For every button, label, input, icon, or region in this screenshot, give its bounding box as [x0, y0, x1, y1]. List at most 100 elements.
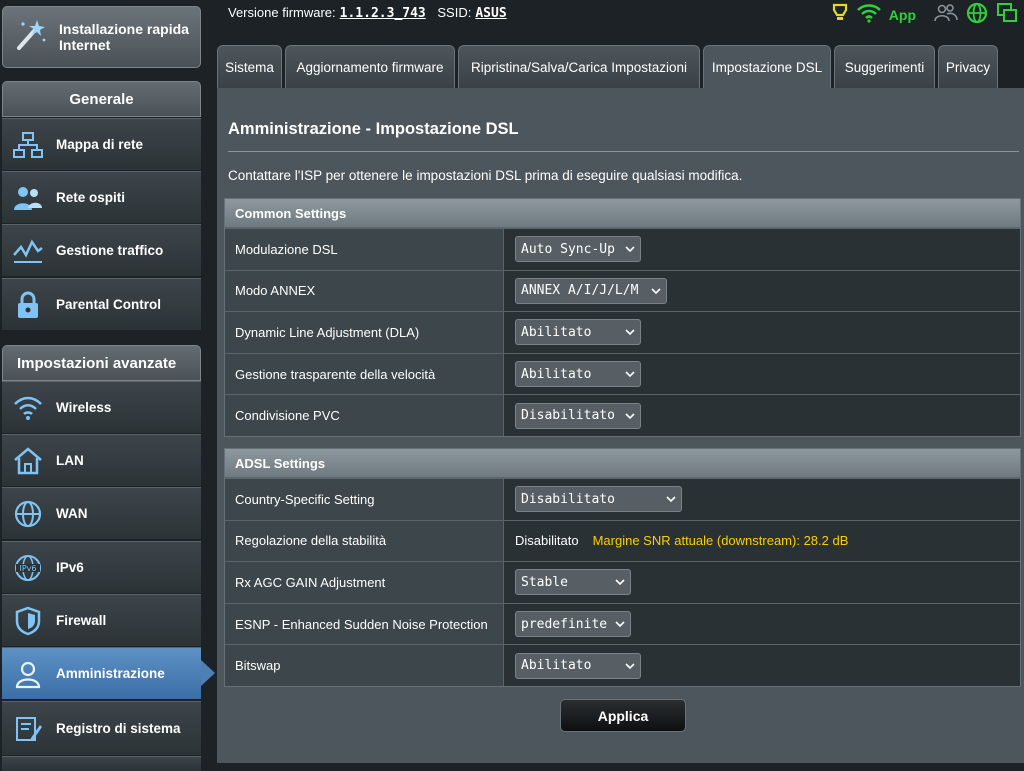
sidebar-item-parental-control[interactable]: Parental Control [2, 278, 201, 330]
internet-status-globe-icon[interactable] [966, 2, 988, 29]
quick-internet-setup-button[interactable]: Installazione rapida Internet [2, 6, 201, 68]
sidebar-item-label: Gestione traffico [56, 242, 164, 258]
select-value: ANNEX A/I/J/L/M [521, 283, 639, 299]
stability-adjustment-value: Disabilitato [515, 533, 579, 549]
main-panel: Amministrazione - Impostazione DSL Conta… [217, 88, 1024, 763]
ssid-link[interactable]: ASUS [475, 6, 506, 21]
snr-margin-note: Margine SNR attuale (downstream): 28.2 d… [592, 533, 849, 549]
app-link[interactable]: App [889, 7, 916, 23]
devices-icon[interactable] [996, 2, 1018, 29]
page-description: Contattare l'ISP per ottenere le imposta… [228, 168, 743, 183]
chevron-down-icon [666, 496, 676, 503]
select-value: Abilitato [521, 366, 592, 382]
dsl-modulation-select[interactable]: Auto Sync-Up [515, 236, 641, 263]
quick-setup-label: Installazione rapida Internet [59, 21, 189, 53]
dla-select[interactable]: Abilitato [515, 319, 641, 346]
sidebar-item-wan[interactable]: WAN [2, 487, 201, 539]
select-value: Auto Sync-Up [521, 241, 615, 257]
country-specific-select[interactable]: Disabilitato [515, 486, 682, 513]
sidebar-item-firewall[interactable]: Firewall [2, 594, 201, 646]
row-label: ESNP - Enhanced Sudden Noise Protection [225, 603, 504, 645]
sidebar-item-label: Rete ospiti [56, 189, 126, 205]
firmware-version-link[interactable]: 1.1.2.3_743 [340, 6, 426, 21]
select-value: Abilitato [521, 324, 592, 340]
chevron-down-icon [625, 413, 635, 419]
sidebar-item-ipv6[interactable]: IPv6 IPv6 [2, 541, 201, 593]
sidebar-item-next[interactable] [2, 756, 201, 771]
traffic-manager-icon [12, 235, 44, 267]
chevron-down-icon [625, 246, 635, 253]
status-icons: App [831, 2, 1018, 28]
chevron-down-icon [615, 579, 625, 586]
wifi-status-icon[interactable] [856, 3, 881, 28]
row-label: Modulazione DSL [225, 229, 504, 270]
firmware-info: Versione firmware: 1.1.2.3_743 SSID: ASUS [228, 5, 507, 21]
rx-agc-gain-select[interactable]: Stable [515, 569, 631, 596]
table-row: Rx AGC GAIN Adjustment Stable [225, 561, 1020, 603]
sidebar-item-label: Wireless [56, 399, 112, 415]
ssid-label: SSID: [437, 5, 472, 20]
tab-feedback[interactable]: Suggerimenti [834, 45, 935, 88]
esnp-select[interactable]: predefinite [515, 611, 631, 638]
table-row: Dynamic Line Adjustment (DLA) Abilitato [225, 311, 1020, 353]
row-label: Bitswap [225, 645, 504, 686]
sidebar-item-network-map[interactable]: Mappa di rete [2, 118, 201, 170]
shield-icon [12, 605, 44, 637]
table-row: Regolazione della stabilità Disabilitato… [225, 519, 1020, 562]
annex-mode-select[interactable]: ANNEX A/I/J/L/M [515, 277, 667, 304]
chevron-down-icon [615, 621, 625, 628]
section-header: ADSL Settings [225, 449, 1020, 478]
table-row: ESNP - Enhanced Sudden Noise Protection … [225, 602, 1020, 645]
tab-sistema[interactable]: Sistema [217, 45, 282, 88]
select-value: predefinite [521, 616, 608, 632]
home-icon [12, 445, 44, 477]
firmware-label: Versione firmware: [228, 5, 336, 20]
globe-icon [12, 498, 44, 530]
active-item-arrow [201, 660, 215, 686]
row-label: Dynamic Line Adjustment (DLA) [225, 312, 504, 353]
select-value: Abilitato [521, 658, 592, 674]
users-icon[interactable] [934, 2, 958, 29]
system-log-icon [12, 713, 44, 745]
sidebar-item-label: LAN [56, 452, 84, 468]
notification-bulb-icon[interactable] [831, 2, 849, 29]
table-row: Gestione trasparente della velocità Abil… [225, 352, 1020, 395]
table-row: Modulazione DSL Auto Sync-Up [225, 228, 1020, 270]
page-title: Amministrazione - Impostazione DSL [228, 120, 519, 138]
sidebar-item-lan[interactable]: LAN [2, 434, 201, 486]
tab-privacy[interactable]: Privacy [938, 45, 998, 88]
magic-wand-icon [13, 18, 47, 57]
ipv6-icon: IPv6 [12, 552, 44, 584]
sidebar-item-guest-network[interactable]: Rete ospiti [2, 171, 201, 223]
guest-network-icon [12, 182, 44, 214]
sidebar-item-label: WAN [56, 505, 88, 521]
sidebar-item-administration[interactable]: Amministrazione [2, 647, 201, 699]
sidebar-item-system-log[interactable]: Registro di sistema [2, 701, 201, 755]
select-value: Disabilitato [521, 491, 615, 507]
lock-icon [12, 289, 44, 321]
apply-button[interactable]: Applica [560, 699, 686, 732]
bitswap-select[interactable]: Abilitato [515, 652, 641, 679]
chevron-down-icon [651, 288, 661, 295]
advanced-section-header: Impostazioni avanzate [2, 345, 201, 381]
tab-restore-save-upload[interactable]: Ripristina/Salva/Carica Impostazioni [458, 45, 700, 88]
pvc-sharing-select[interactable]: Disabilitato [515, 402, 641, 429]
chevron-down-icon [625, 329, 635, 336]
section-header: Common Settings [225, 199, 1020, 228]
table-row: Modo ANNEX ANNEX A/I/J/L/M [225, 269, 1020, 312]
sidebar-item-label: Firewall [56, 612, 107, 628]
sidebar: Installazione rapida Internet Generale M… [0, 0, 204, 771]
sidebar-item-label: IPv6 [56, 559, 84, 575]
row-label: Gestione trasparente della velocità [225, 353, 504, 395]
chevron-down-icon [625, 371, 635, 378]
sidebar-item-wireless[interactable]: Wireless [2, 381, 201, 433]
seamless-rate-select[interactable]: Abilitato [515, 361, 641, 388]
chevron-down-icon [625, 663, 635, 669]
row-label: Modo ANNEX [225, 270, 504, 312]
row-label: Condivisione PVC [225, 395, 504, 436]
table-row: Country-Specific Setting Disabilitato [225, 478, 1020, 520]
sidebar-item-label: Parental Control [56, 296, 162, 312]
tab-firmware-upgrade[interactable]: Aggiornamento firmware [285, 45, 455, 88]
tab-dsl-setting[interactable]: Impostazione DSL [703, 45, 831, 88]
sidebar-item-traffic-manager[interactable]: Gestione traffico [2, 224, 201, 276]
